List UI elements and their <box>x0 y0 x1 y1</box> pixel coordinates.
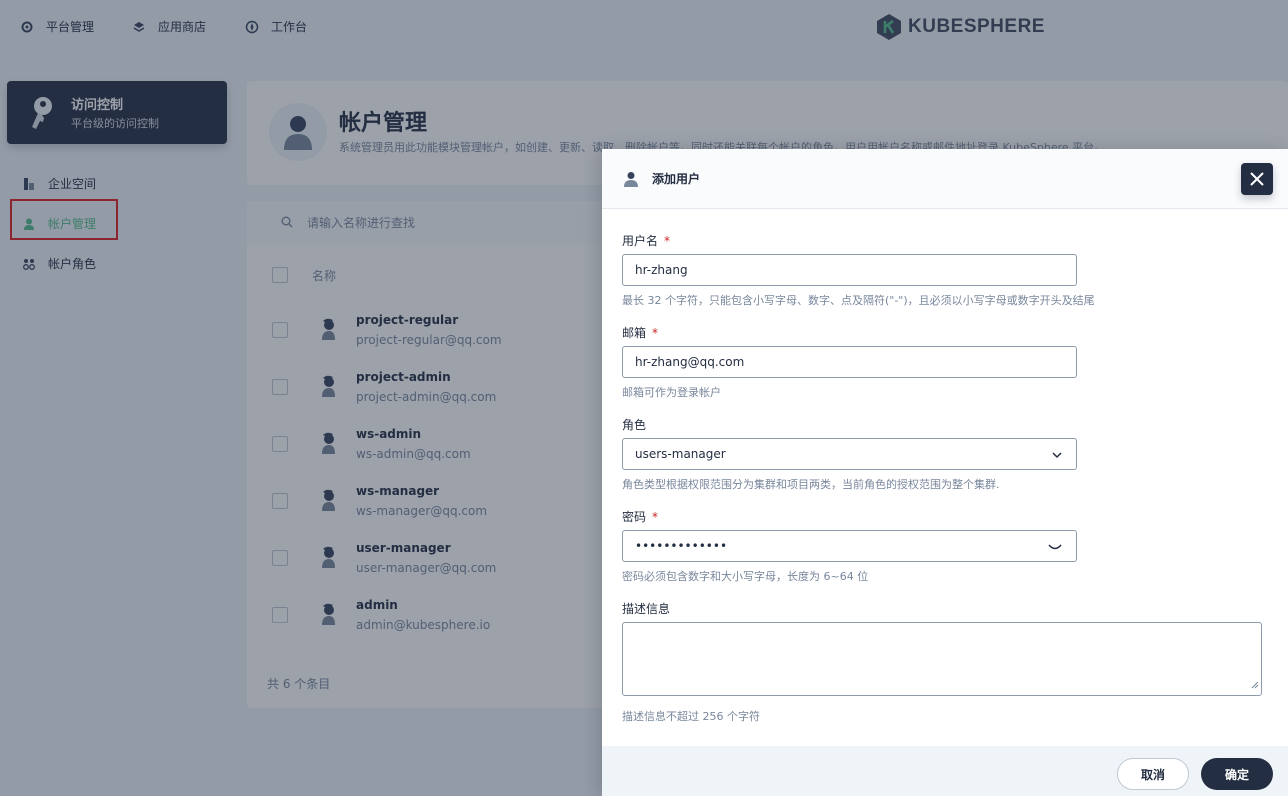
role-label-text: 角色 <box>622 418 647 432</box>
email-label-text: 邮箱 <box>622 326 647 340</box>
password-input[interactable]: ••••••••••••• <box>622 530 1077 562</box>
description-textarea[interactable] <box>622 622 1262 696</box>
email-value: hr-zhang@qq.com <box>635 355 745 369</box>
description-label-text: 描述信息 <box>622 602 671 616</box>
cancel-button[interactable]: 取消 <box>1117 758 1189 790</box>
modal-header: 添加用户 <box>602 149 1288 209</box>
role-value: users-manager <box>635 447 726 461</box>
username-value: hr-zhang <box>635 263 688 277</box>
password-label: 密码 * <box>622 508 658 525</box>
close-icon <box>1250 172 1264 186</box>
add-user-modal: 添加用户 用户名 * hr-zhang 最长 32 个字符，只能包含小写字母、数字… <box>602 149 1288 796</box>
role-label: 角色 <box>622 416 646 433</box>
confirm-button[interactable]: 确定 <box>1201 758 1273 790</box>
username-label: 用户名 * <box>622 232 670 249</box>
required-mark: * <box>664 234 671 248</box>
username-input[interactable]: hr-zhang <box>622 254 1077 286</box>
description-label: 描述信息 <box>622 600 670 617</box>
email-hint: 邮箱可作为登录帐户 <box>622 386 721 399</box>
password-hint: 密码必须包含数字和大小写字母，长度为 6~64 位 <box>622 570 869 583</box>
chevron-down-icon <box>1052 449 1062 463</box>
email-label: 邮箱 * <box>622 324 658 341</box>
required-mark: * <box>652 510 659 524</box>
password-label-text: 密码 <box>622 510 647 524</box>
modal-title: 添加用户 <box>652 172 701 186</box>
required-mark: * <box>652 326 659 340</box>
role-hint: 角色类型根据权限范围分为集群和项目两类，当前角色的授权范围为整个集群. <box>622 478 1000 491</box>
user-icon <box>624 171 638 187</box>
username-label-text: 用户名 <box>622 234 659 248</box>
eye-closed-icon[interactable] <box>1048 542 1062 556</box>
description-hint: 描述信息不超过 256 个字符 <box>622 710 760 723</box>
role-select[interactable]: users-manager <box>622 438 1077 470</box>
resize-grip-icon[interactable] <box>1251 674 1259 693</box>
password-value: ••••••••••••• <box>635 539 728 553</box>
username-hint: 最长 32 个字符，只能包含小写字母、数字、点及隔符("-")，且必须以小写字母… <box>622 294 1095 307</box>
email-input[interactable]: hr-zhang@qq.com <box>622 346 1077 378</box>
close-button[interactable] <box>1241 163 1273 195</box>
modal-footer: 取消 确定 <box>602 746 1288 796</box>
